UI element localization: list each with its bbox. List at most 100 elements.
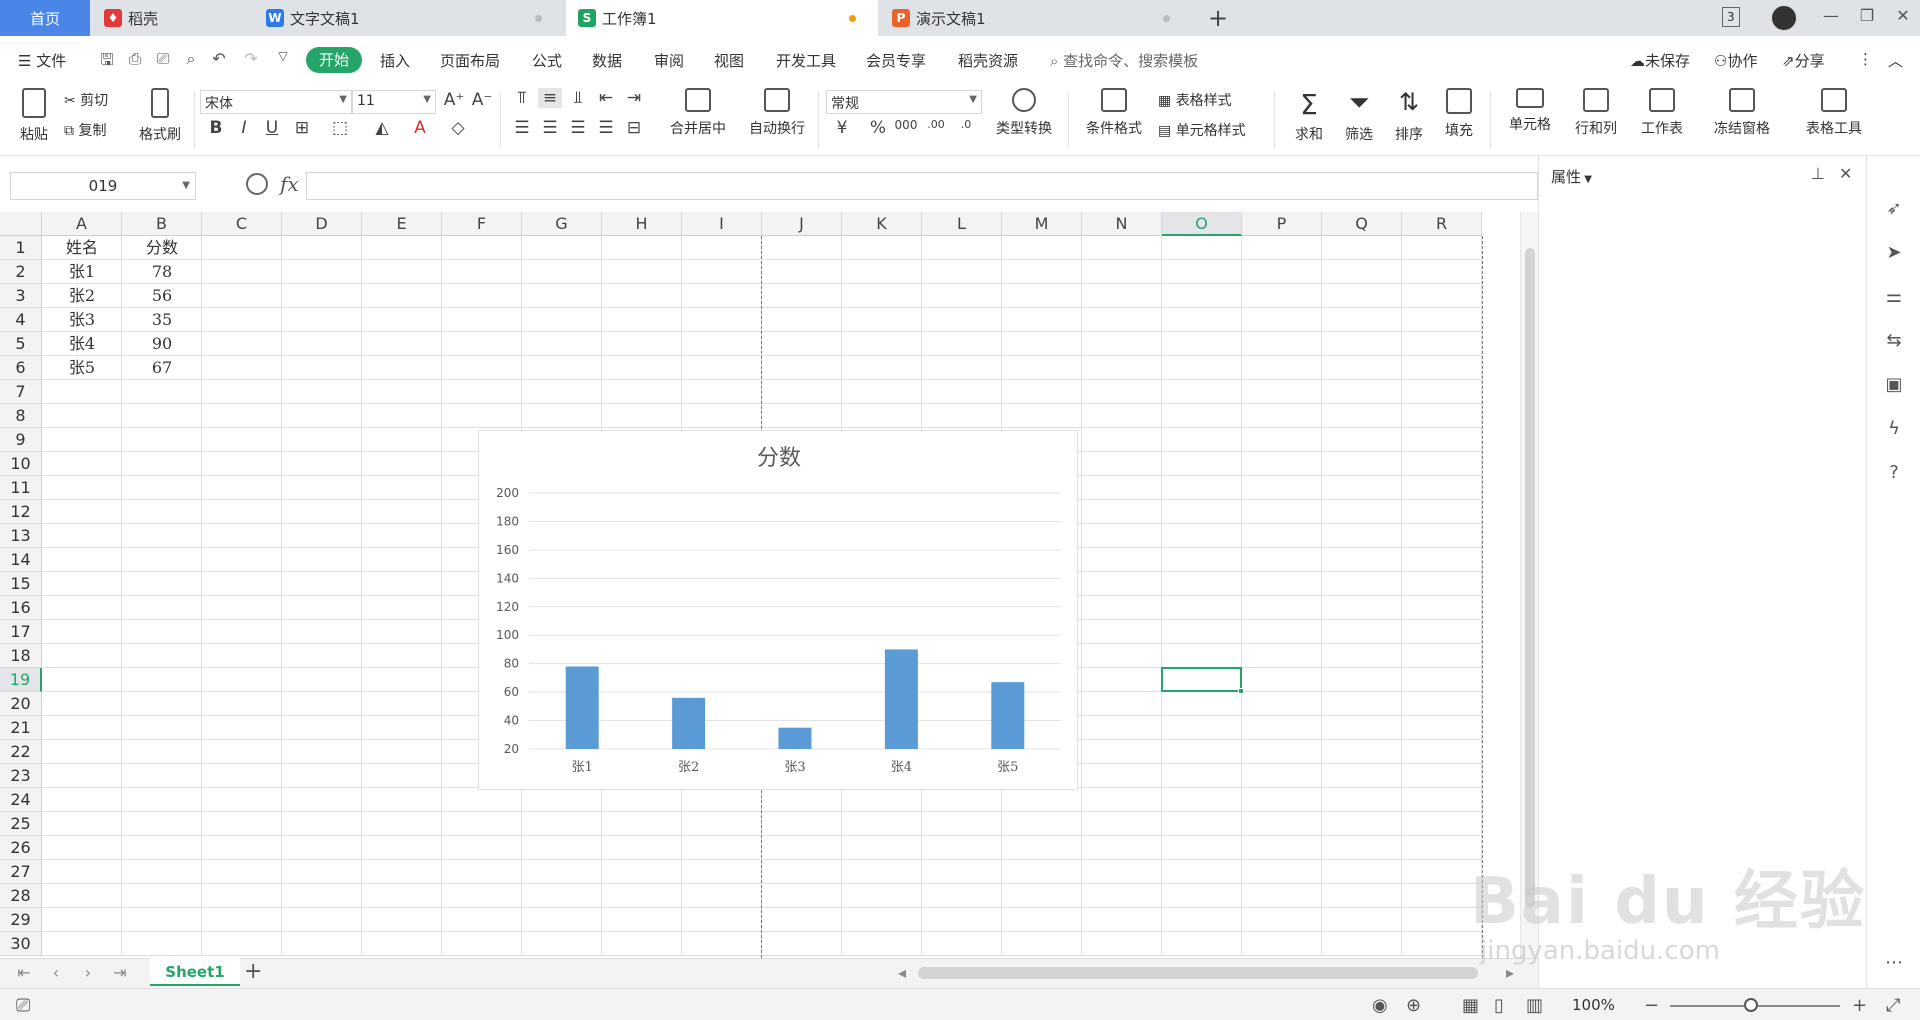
cell-fill-icon[interactable]: ⬚ [328,118,352,138]
column-header-G[interactable]: G [522,212,602,236]
table-style-button[interactable]: ▦ 表格样式 [1158,90,1232,110]
row-header-13[interactable]: 13 [0,524,42,548]
macro-record-icon[interactable]: ⎚ [16,995,30,1016]
formula-input[interactable] [306,172,1538,200]
sheet-tab-sheet1[interactable]: Sheet1 [150,958,240,986]
highlight-icon[interactable]: ◭ [370,118,394,138]
row-header-26[interactable]: 26 [0,836,42,860]
decrease-decimal-icon[interactable]: .0 [954,118,978,131]
align-right-icon[interactable]: ☰ [566,118,590,138]
number-format-select[interactable]: 常规 ▼ [826,90,982,114]
bold-icon[interactable]: B [204,118,228,138]
zoom-out-icon[interactable]: − [1644,995,1659,1016]
row-header-5[interactable]: 5 [0,332,42,356]
transform-icon[interactable]: ⇆ [1883,330,1905,352]
share-button[interactable]: ⇗分享 [1782,50,1825,71]
cell-A2[interactable]: 张1 [42,260,122,284]
freeze-panes-button[interactable]: 冻结窗格 [1704,88,1780,138]
clear-format-icon[interactable]: ◇ [446,118,470,138]
column-header-I[interactable]: I [682,212,762,236]
justify-icon[interactable]: ☰ [594,118,618,138]
wrap-text-button[interactable]: 自动换行 [742,88,812,138]
customize-chevron-icon[interactable]: ▽ [272,49,294,71]
tab-workbook[interactable]: S 工作簿1 [566,0,878,36]
row-header-25[interactable]: 25 [0,812,42,836]
column-header-E[interactable]: E [362,212,442,236]
next-sheet-icon[interactable]: › [78,963,98,982]
column-header-F[interactable]: F [442,212,522,236]
row-header-23[interactable]: 23 [0,764,42,788]
menu-member[interactable]: 会员专享 [866,50,926,71]
print-preview-icon[interactable]: ⌕ [180,49,202,71]
percent-icon[interactable]: % [866,118,890,138]
prev-sheet-icon[interactable]: ‹ [46,963,66,982]
active-cell-selection[interactable] [1161,667,1244,694]
undo-icon[interactable]: ↶ [208,49,230,71]
command-search[interactable]: ⌕ 查找命令、搜索模板 [1050,50,1198,71]
redo-icon[interactable]: ↷ [240,49,262,71]
menu-formula[interactable]: 公式 [532,50,562,71]
row-header-18[interactable]: 18 [0,644,42,668]
paste-button[interactable]: 粘贴 [12,88,56,144]
row-header-14[interactable]: 14 [0,548,42,572]
column-header-O[interactable]: O [1162,212,1242,236]
row-header-22[interactable]: 22 [0,740,42,764]
column-header-K[interactable]: K [842,212,922,236]
column-header-A[interactable]: A [42,212,122,236]
column-header-Q[interactable]: Q [1322,212,1402,236]
row-header-27[interactable]: 27 [0,860,42,884]
tab-close-dot[interactable] [1163,15,1170,22]
worksheet-button[interactable]: 工作表 [1632,88,1692,138]
type-convert-button[interactable]: 类型转换 [986,88,1062,138]
align-bottom-icon[interactable]: ⫫ [566,88,590,108]
page-break-view-icon[interactable]: ▥ [1526,995,1543,1016]
row-header-10[interactable]: 10 [0,452,42,476]
unsaved-dot[interactable] [849,15,856,22]
menu-view[interactable]: 视图 [714,50,744,71]
avatar[interactable] [1770,4,1798,32]
sum-button[interactable]: Σ 求和 [1286,88,1332,144]
row-header-1[interactable]: 1 [0,236,42,260]
scroll-thumb[interactable] [1525,248,1535,908]
zoom-in-icon[interactable]: + [1852,995,1867,1016]
filter-button[interactable]: ⏷ 筛选 [1336,88,1382,144]
column-header-L[interactable]: L [922,212,1002,236]
row-header-8[interactable]: 8 [0,404,42,428]
scroll-left-icon[interactable]: ◂ [892,963,912,982]
close-icon[interactable]: ✕ [1839,164,1852,183]
column-header-D[interactable]: D [282,212,362,236]
eye-protect-icon[interactable]: ◉ [1372,995,1388,1016]
restore-icon[interactable]: ❐ [1852,6,1882,25]
name-box[interactable]: 019 ▼ [10,172,196,200]
align-center-icon[interactable]: ☰ [538,118,562,138]
save-icon[interactable]: 🖫 [96,49,118,71]
align-left-icon[interactable]: ☰ [510,118,534,138]
last-sheet-icon[interactable]: ⇥ [110,963,130,982]
conditional-format-button[interactable]: 条件格式 [1078,88,1150,138]
insert-function-button[interactable]: fx [280,172,299,196]
currency-icon[interactable]: ¥ [830,118,854,138]
add-sheet-icon[interactable]: + [244,959,262,984]
copy-button[interactable]: ⧉ 复制 [64,120,106,140]
menu-insert[interactable]: 插入 [380,50,410,71]
cell-B5[interactable]: 90 [122,332,202,356]
unsaved-button[interactable]: ☁未保存 [1630,50,1690,71]
cell-A6[interactable]: 张5 [42,356,122,380]
tab-writer-document[interactable]: W 文字文稿1 [254,0,564,36]
window-count-badge[interactable]: 3 [1722,7,1740,27]
sort-button[interactable]: ⇅ 排序 [1386,88,1432,144]
row-header-20[interactable]: 20 [0,692,42,716]
zoom-level[interactable]: 100% [1572,996,1615,1014]
menu-developer[interactable]: 开发工具 [776,50,836,71]
row-header-16[interactable]: 16 [0,596,42,620]
page-layout-view-icon[interactable]: ▯ [1494,995,1504,1016]
fill-handle[interactable] [1238,688,1244,694]
indent-increase-icon[interactable]: ⇥ [622,88,646,108]
row-header-15[interactable]: 15 [0,572,42,596]
cell-button[interactable]: 单元格 [1500,88,1560,134]
italic-icon[interactable]: I [232,118,256,138]
cell-B2[interactable]: 78 [122,260,202,284]
cut-button[interactable]: ✂ 剪切 [64,90,108,110]
row-header-29[interactable]: 29 [0,908,42,932]
cell-A4[interactable]: 张3 [42,308,122,332]
